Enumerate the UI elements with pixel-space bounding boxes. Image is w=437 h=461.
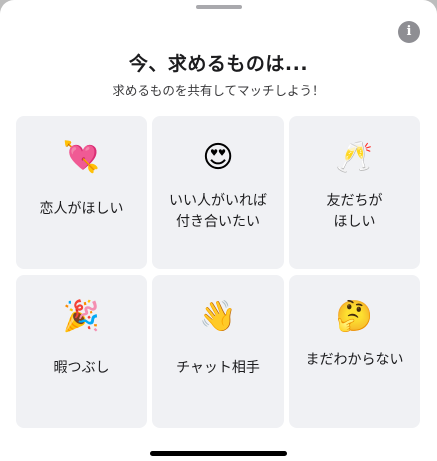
option-label: まだわからない — [305, 352, 404, 368]
home-indicator[interactable] — [150, 451, 287, 456]
sheet-title: 今、求めるものは... — [128, 53, 309, 75]
option-label: チャット相手 — [176, 360, 260, 376]
option-card-chat-partner[interactable]: 👋 チャット相手 — [152, 275, 284, 428]
option-label: 恋人がほしい — [39, 201, 124, 217]
option-label: 暇つぶし — [53, 360, 110, 376]
option-label: いい人がいれば 付き合いたい — [169, 193, 267, 230]
option-card-not-sure-yet[interactable]: 🤔 まだわからない — [289, 275, 420, 428]
waving-hand-icon: 👋 — [199, 299, 237, 334]
info-icon[interactable]: i — [398, 21, 420, 43]
thinking-face-icon: 🤔 — [335, 299, 374, 334]
sheet-subtitle: 求めるものを共有してマッチしよう！ — [112, 83, 325, 98]
options-grid: 💘 恋人がほしい 😍 いい人がいれば 付き合いたい 🥂 友だちが ほしい 🎉 暇… — [16, 116, 420, 428]
option-label: 友だちが ほしい — [326, 193, 383, 230]
option-card-want-friends[interactable]: 🥂 友だちが ほしい — [289, 116, 420, 269]
clinking-glasses-icon: 🥂 — [335, 140, 374, 175]
sheet-grabber-handle[interactable] — [196, 5, 242, 9]
option-card-want-partner[interactable]: 💘 恋人がほしい — [16, 116, 147, 269]
option-card-kill-time[interactable]: 🎉 暇つぶし — [16, 275, 147, 428]
party-popper-icon: 🎉 — [62, 299, 101, 334]
heart-eyes-face-icon: 😍 — [202, 140, 234, 175]
heart-with-arrow-icon: 💘 — [62, 140, 101, 175]
bottom-sheet: i 今、求めるものは... 求めるものを共有してマッチしよう！ 💘 恋人がほしい… — [0, 0, 437, 461]
option-card-date-if-good-person[interactable]: 😍 いい人がいれば 付き合いたい — [152, 116, 284, 269]
